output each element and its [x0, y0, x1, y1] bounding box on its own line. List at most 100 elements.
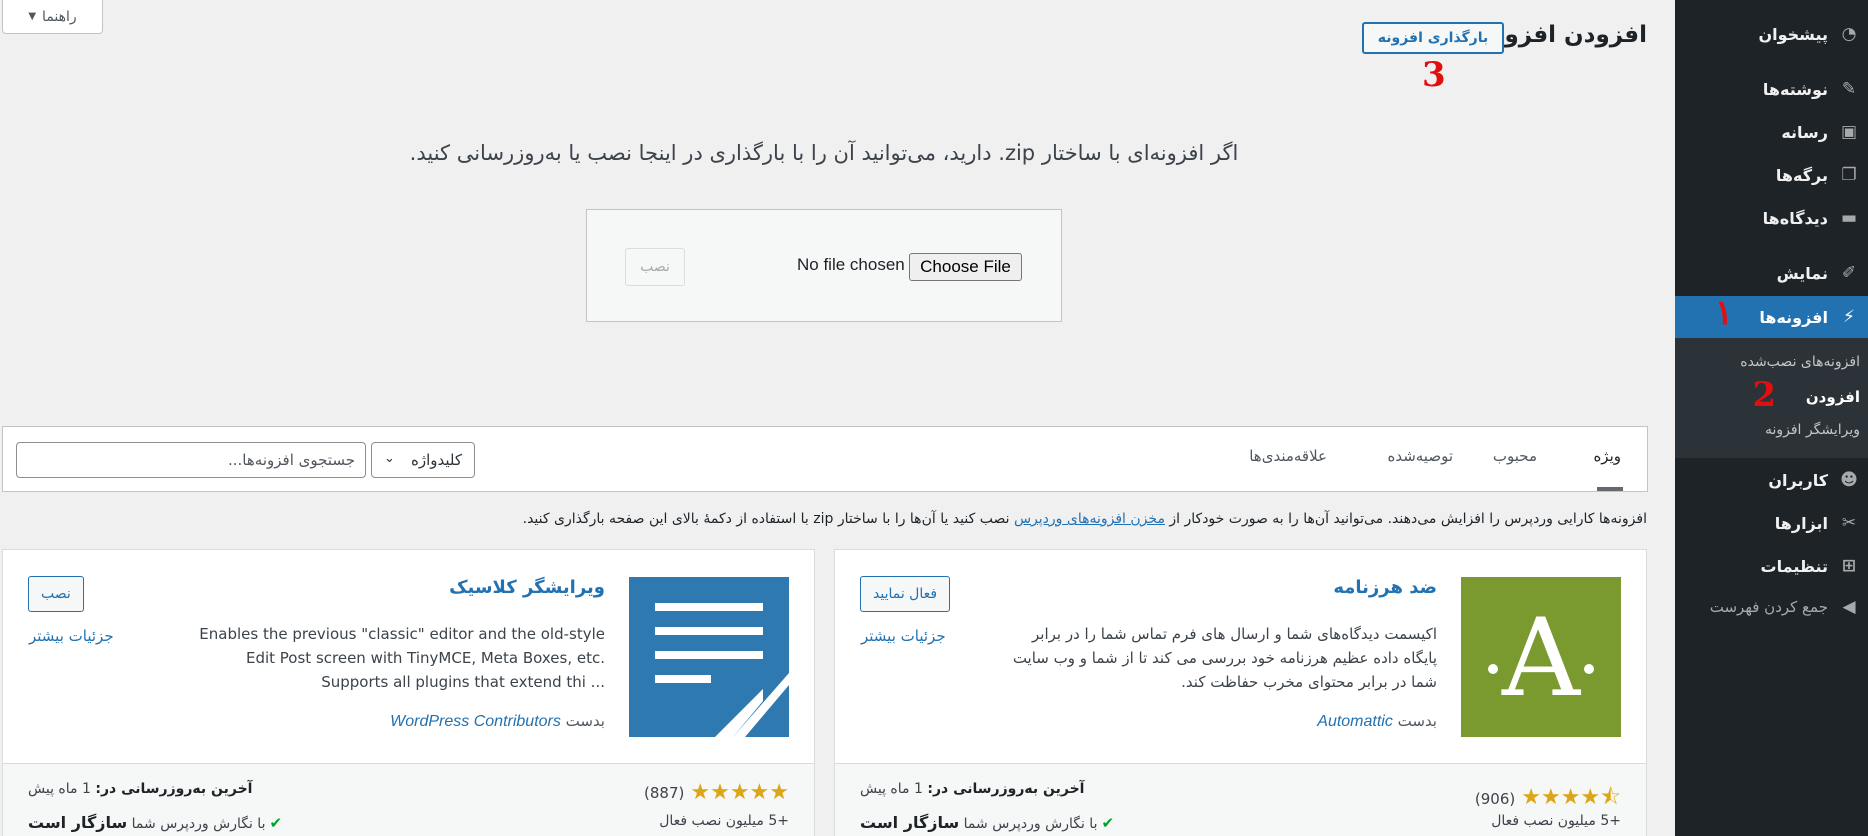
sidebar-item-appearance[interactable]: ✐ نمایش: [1675, 255, 1868, 291]
annotation-number-2: 2: [1752, 375, 1776, 415]
submenu-installed-plugins[interactable]: افزونه‌های نصب‌شده: [1740, 354, 1860, 370]
sidebar-item-media[interactable]: ▣ رسانه: [1675, 114, 1868, 150]
comments-icon: ▬: [1840, 208, 1858, 228]
file-status-text: No file chosen: [797, 255, 905, 274]
sidebar-item-label: تنظیمات: [1760, 556, 1828, 576]
compat-status: سازگار است: [28, 813, 128, 832]
media-icon: ▣: [1840, 122, 1858, 142]
sidebar-item-label: رسانه: [1781, 122, 1828, 142]
sidebar-item-label: افزونه‌ها: [1759, 307, 1828, 327]
upload-form: Choose File No file chosen نصب: [586, 209, 1062, 322]
compat-prefix: با نگارش وردپرس شما: [131, 816, 266, 832]
annotation-number-3: 3: [1422, 55, 1446, 95]
search-type-value: کلیدواژه: [410, 451, 462, 469]
plugin-card-akismet: A ضد هرزنامه اکیسمت دیدگاه‌های شما و ارس…: [834, 549, 1647, 836]
plugin-directory-link[interactable]: مخزن افزونه‌های وردپرس: [1014, 511, 1165, 527]
sidebar-item-label: کاربران: [1768, 470, 1828, 490]
check-icon: ✔: [1101, 814, 1115, 832]
help-tab-label: راهنما: [42, 8, 77, 25]
chevron-down-icon: ⌄: [384, 451, 395, 466]
last-updated-label: آخرین به‌روزرسانی در:: [927, 781, 1085, 797]
author-prefix: بدست: [1397, 712, 1437, 730]
sidebar-item-plugins[interactable]: ⚡ افزونه‌ها: [1667, 296, 1868, 338]
install-now-button[interactable]: نصب: [625, 248, 685, 286]
tab-featured[interactable]: ویژه: [1593, 447, 1621, 465]
sidebar-item-label: ابزارها: [1774, 513, 1828, 533]
choose-file-button[interactable]: Choose File: [909, 253, 1022, 281]
tab-favorites[interactable]: علاقه‌مندی‌ها: [1249, 447, 1327, 465]
plugin-description: Enables the previous "classic" editor an…: [199, 625, 605, 691]
collapse-menu-label: جمع کردن فهرست: [1709, 598, 1828, 616]
plugin-author: بدست WordPress Contributors: [390, 712, 605, 731]
last-updated-value: 1 ماه پیش: [28, 781, 91, 797]
plugin-name-link[interactable]: ضد هرزنامه: [1333, 577, 1437, 598]
submenu-plugin-editor[interactable]: ویرایشگر افزونه: [1765, 422, 1860, 438]
pages-icon: ❐: [1841, 165, 1857, 185]
active-installs: +5 میلیون نصب فعال: [659, 813, 789, 829]
last-updated-label: آخرین به‌روزرسانی در:: [95, 781, 253, 797]
sidebar-item-label: نوشته‌ها: [1762, 79, 1828, 99]
install-now-button[interactable]: نصب: [28, 576, 84, 612]
tab-popular[interactable]: محبوب: [1493, 447, 1537, 465]
check-icon: ✔: [269, 814, 283, 832]
plugins-icon: ⚡: [1843, 307, 1855, 327]
more-details-link[interactable]: جزئیات بیشتر: [29, 627, 114, 645]
sidebar-item-settings[interactable]: ⊞ تنظیمات: [1675, 548, 1868, 584]
sidebar-item-dashboard[interactable]: ◔ پیشخوان: [1675, 16, 1868, 52]
sidebar-item-pages[interactable]: ❐ برگه‌ها: [1675, 157, 1868, 193]
plugin-author: بدست Automattic: [1317, 712, 1437, 731]
plugin-card-classic-editor: ویرایشگر کلاسیک Enables the previous "cl…: [2, 549, 815, 836]
sidebar-item-label: پیشخوان: [1758, 24, 1828, 44]
compatibility: ✔با نگارش وردپرس شما سازگار است: [860, 813, 1114, 832]
collapse-menu-button[interactable]: ◀ جمع کردن فهرست: [1675, 589, 1868, 625]
plugin-filter-bar: ویژه محبوب توصیه‌شده علاقه‌مندی‌ها کلیدو…: [2, 426, 1648, 492]
last-updated-value: 1 ماه پیش: [860, 781, 923, 797]
rating-count: (887): [644, 783, 685, 802]
appearance-icon: ✐: [1841, 263, 1857, 283]
plugin-search-input[interactable]: [16, 442, 366, 478]
tab-recommended[interactable]: توصیه‌شده: [1387, 447, 1453, 465]
sidebar-item-posts[interactable]: ✎ نوشته‌ها: [1675, 71, 1868, 107]
compat-prefix: با نگارش وردپرس شما: [963, 816, 1098, 832]
plugin-name-link[interactable]: ویرایشگر کلاسیک: [449, 577, 605, 598]
pin-icon: ✎: [1841, 79, 1857, 99]
akismet-logo-icon: A: [1461, 577, 1621, 737]
more-details-link[interactable]: جزئیات بیشتر: [861, 627, 946, 645]
active-installs: +5 میلیون نصب فعال: [1491, 813, 1621, 829]
annotation-number-1: ۱: [1714, 293, 1733, 333]
author-link[interactable]: Automattic: [1317, 713, 1393, 730]
svg-text:A: A: [1501, 596, 1582, 721]
caret-down-icon: ▼: [28, 11, 37, 22]
intro-text-part: نصب کنید یا آن‌ها را با ساختار zip با اس…: [522, 511, 1010, 527]
activate-button[interactable]: فعال نمایید: [860, 576, 951, 612]
sidebar-item-label: دیدگاه‌ها: [1762, 208, 1828, 228]
sidebar-item-comments[interactable]: ▬ دیدگاه‌ها: [1675, 200, 1868, 236]
sidebar-item-label: برگه‌ها: [1775, 165, 1828, 185]
author-link[interactable]: WordPress Contributors: [390, 713, 561, 730]
plugin-rating: ★★★★★ (887): [644, 780, 789, 805]
compat-status: سازگار است: [860, 813, 960, 832]
collapse-icon: ◀: [1842, 597, 1856, 617]
author-prefix: بدست: [565, 712, 605, 730]
search-type-select[interactable]: کلیدواژه ⌄: [371, 442, 475, 478]
sidebar-item-label: نمایش: [1776, 263, 1828, 283]
sidebar-item-users[interactable]: ☻ کاربران: [1675, 462, 1868, 498]
submenu-add-new[interactable]: افزودن: [1806, 388, 1860, 406]
sidebar-item-tools[interactable]: ✂ ابزارها: [1675, 505, 1868, 541]
plugin-description: اکیسمت دیدگاه‌های شما و ارسال های فرم تم…: [1012, 625, 1437, 691]
last-updated: آخرین به‌روزرسانی در: 1 ماه پیش: [28, 781, 252, 797]
page-title: افزودن افزونه: [1481, 22, 1647, 48]
upload-description: اگر افزونه‌ای با ساختار zip. دارید، می‌ت…: [409, 141, 1239, 165]
upload-plugin-button[interactable]: بارگذاری افزونه: [1362, 22, 1504, 54]
classic-editor-logo-icon: [629, 577, 789, 737]
star-rating-icon: ★★★★★: [690, 780, 789, 805]
help-tab-button[interactable]: راهنما ▼: [2, 0, 103, 34]
rating-count: (906): [1474, 790, 1516, 808]
users-icon: ☻: [1840, 470, 1858, 490]
intro-text-part: افزونه‌ها کارایی وردپرس را افزایش می‌دهن…: [1169, 511, 1647, 527]
compatibility: ✔با نگارش وردپرس شما سازگار است: [28, 813, 282, 832]
last-updated: آخرین به‌روزرسانی در: 1 ماه پیش: [860, 781, 1084, 797]
active-tab-indicator: [1597, 487, 1623, 491]
settings-icon: ⊞: [1841, 556, 1857, 576]
tools-icon: ✂: [1841, 513, 1857, 533]
